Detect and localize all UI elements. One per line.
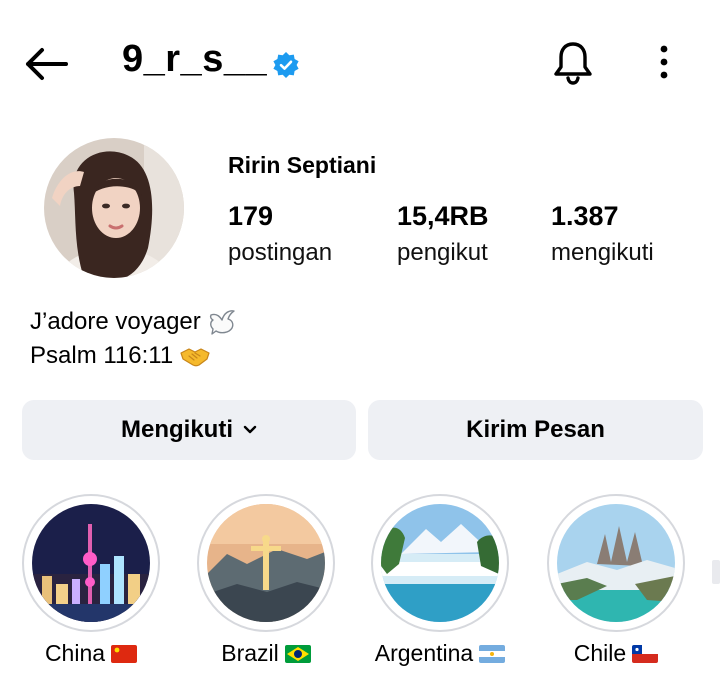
chile-flag-icon xyxy=(632,644,659,663)
following-count[interactable]: 1.387 mengikuti xyxy=(551,200,654,270)
following-button-label: Mengikuti xyxy=(121,416,233,443)
profile-username: 9_r_s__ xyxy=(122,38,268,80)
posts-count[interactable]: 179 postingan xyxy=(228,200,332,270)
profile-bio: J’adore voyager Psalm 116:11 xyxy=(30,305,237,373)
highlight-argentina[interactable]: Argentina xyxy=(369,494,511,667)
highlight-cover-chile xyxy=(557,504,675,622)
highlight-cover-argentina xyxy=(381,504,499,622)
highlight-label-chile: Chile xyxy=(573,640,627,666)
send-message-label: Kirim Pesan xyxy=(466,416,605,443)
top-bar: 9_r_s__ xyxy=(0,0,720,128)
followers-count[interactable]: 15,4RB pengikut xyxy=(397,200,489,270)
highlight-ring[interactable] xyxy=(22,494,160,632)
following-button[interactable]: Mengikuti xyxy=(22,400,356,460)
followers-value: 15,4RB xyxy=(397,201,489,231)
verified-badge-icon xyxy=(273,52,299,78)
chevron-down-icon xyxy=(243,425,257,434)
bio-line: J’adore voyager xyxy=(30,308,201,335)
highlight-ring[interactable] xyxy=(197,494,335,632)
highlight-cover-china xyxy=(32,504,150,622)
back-arrow-icon[interactable] xyxy=(22,44,70,84)
argentina-flag-icon xyxy=(479,644,506,663)
highlight-label-china: China xyxy=(44,640,106,666)
brazil-flag-icon xyxy=(284,644,311,663)
handshake-icon xyxy=(180,348,210,367)
send-message-button[interactable]: Kirim Pesan xyxy=(368,400,703,460)
following-value: 1.387 xyxy=(551,201,619,231)
dove-icon xyxy=(209,310,235,335)
highlight-ring[interactable] xyxy=(547,494,685,632)
highlight-china[interactable]: China xyxy=(20,494,162,667)
notification-bell-icon[interactable] xyxy=(553,40,593,86)
more-options-icon[interactable] xyxy=(652,42,676,82)
highlight-label-argentina: Argentina xyxy=(374,640,474,666)
highlight-label-brazil: Brazil xyxy=(221,640,279,666)
following-label: mengikuti xyxy=(551,239,654,266)
highlight-ring[interactable] xyxy=(371,494,509,632)
next-highlight-edge[interactable] xyxy=(712,560,720,584)
highlight-chile[interactable]: Chile xyxy=(545,494,687,667)
highlight-brazil[interactable]: Brazil xyxy=(195,494,337,667)
posts-value: 179 xyxy=(228,201,274,231)
profile-full-name: Ririn Septiani xyxy=(228,152,377,178)
followers-label: pengikut xyxy=(397,239,488,266)
profile-avatar[interactable] xyxy=(44,138,184,278)
posts-label: postingan xyxy=(228,239,333,266)
highlight-cover-brazil xyxy=(207,504,325,622)
bio-line: Psalm 116:11 xyxy=(30,342,174,369)
china-flag-icon xyxy=(111,644,138,663)
